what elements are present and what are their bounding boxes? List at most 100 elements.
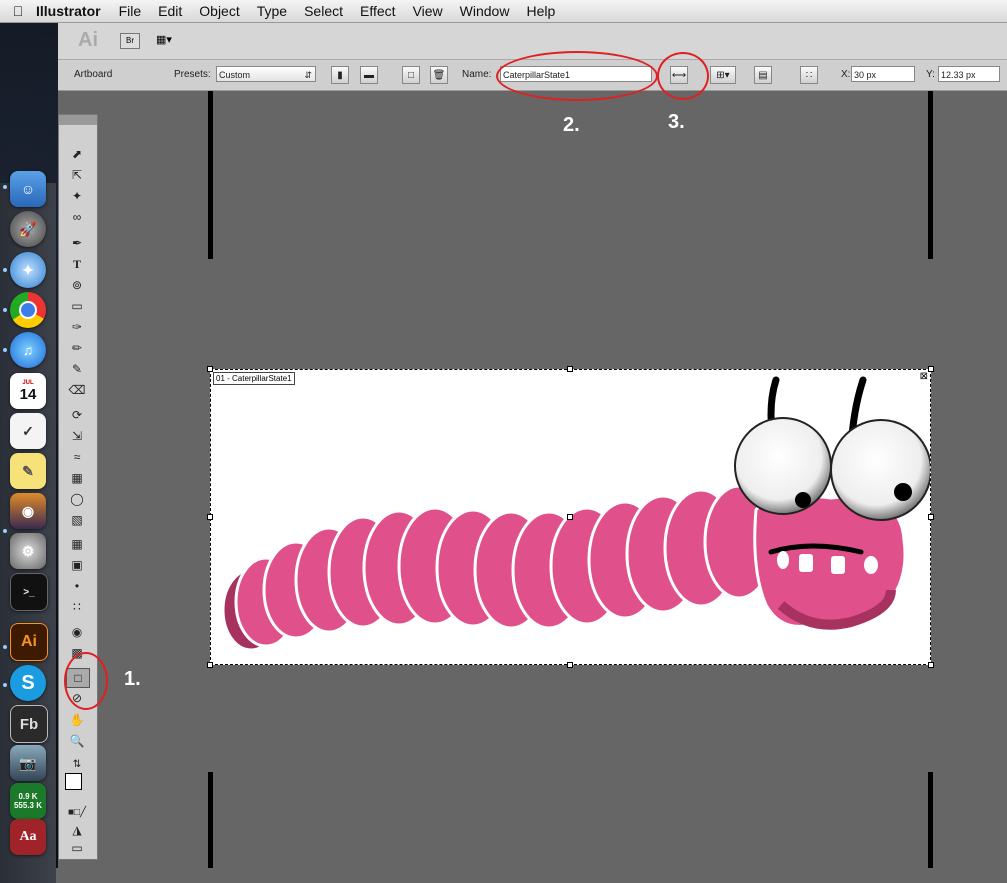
type-tool-icon[interactable]: T xyxy=(66,255,88,273)
reference-point-icon[interactable]: ∷ xyxy=(800,66,818,84)
delete-artboard-button[interactable]: 🗑 xyxy=(430,66,448,84)
resize-handle[interactable] xyxy=(207,662,213,668)
pen-tool-icon[interactable]: ✒ xyxy=(66,234,88,252)
menu-view[interactable]: View xyxy=(413,3,443,19)
document-canvas[interactable]: 01 - CaterpillarState1 ⊠ xyxy=(58,91,1007,868)
hand-tool-icon[interactable]: ✋ xyxy=(66,711,88,729)
perspective-grid-tool-icon[interactable]: ▧ xyxy=(66,511,88,529)
resize-handle[interactable] xyxy=(928,662,934,668)
name-label: Name: xyxy=(462,69,492,80)
drawing-mode-icon[interactable]: ◮ xyxy=(66,821,88,839)
shape-builder-tool-icon[interactable]: ◯ xyxy=(66,490,88,508)
system-preferences-icon[interactable]: ⚙ xyxy=(10,533,46,569)
resize-handle[interactable] xyxy=(207,514,213,520)
finder-icon[interactable]: ☺ xyxy=(10,171,46,207)
stickies-icon[interactable]: ✎ xyxy=(10,453,46,489)
swap-colors-icon[interactable]: ⇅ xyxy=(66,755,88,773)
selection-tool-icon[interactable]: ⬈ xyxy=(66,145,88,163)
portrait-button[interactable]: ▮ xyxy=(331,66,349,84)
menu-type[interactable]: Type xyxy=(257,3,287,19)
annotation-1: 1. xyxy=(124,668,141,690)
paintbrush-tool-icon[interactable]: ✑ xyxy=(66,318,88,336)
annotation-2: 2. xyxy=(563,114,580,136)
running-indicator xyxy=(3,348,7,352)
artboard-edge-line xyxy=(208,91,213,259)
apple-menu-icon[interactable]:  xyxy=(0,3,36,19)
fill-color-swatch[interactable] xyxy=(65,773,82,790)
preview-icon[interactable]: 📷 xyxy=(10,745,46,781)
magic-wand-tool-icon[interactable]: ✦ xyxy=(66,187,88,205)
tools-panel-header[interactable] xyxy=(59,115,97,125)
scale-tool-icon[interactable]: ⇲ xyxy=(66,427,88,445)
artboard-label: 01 - CaterpillarState1 xyxy=(213,372,295,385)
x-coordinate-input[interactable]: 30 px xyxy=(851,66,915,82)
resize-handle[interactable] xyxy=(928,366,934,372)
calendar-icon[interactable]: JUL 14 xyxy=(10,373,46,409)
show-center-mark-button[interactable]: ⊞▾ xyxy=(710,66,736,84)
free-transform-tool-icon[interactable]: ▦ xyxy=(66,469,88,487)
illustrator-dock-icon[interactable]: Ai xyxy=(10,623,48,661)
reminders-icon[interactable]: ✓ xyxy=(10,413,46,449)
menu-effect[interactable]: Effect xyxy=(360,3,396,19)
menu-select[interactable]: Select xyxy=(304,3,343,19)
warp-tool-icon[interactable]: ≈ xyxy=(66,448,88,466)
eyedropper-tool-icon[interactable]: • xyxy=(66,577,88,595)
artboard-options-button[interactable]: ▤ xyxy=(754,66,772,84)
arrange-documents-button[interactable]: ▦▾ xyxy=(156,33,186,47)
terminal-icon[interactable]: >_ xyxy=(10,573,48,611)
mesh-tool-icon[interactable]: ▦ xyxy=(66,535,88,553)
bridge-button[interactable]: Br xyxy=(120,33,140,49)
menu-file[interactable]: File xyxy=(119,3,142,19)
resize-handle[interactable] xyxy=(567,662,573,668)
presets-value: Custom xyxy=(219,70,251,80)
dictionary-icon[interactable]: Aa xyxy=(10,819,46,855)
app-name-menu[interactable]: Illustrator xyxy=(36,3,101,19)
resize-handle[interactable] xyxy=(928,514,934,520)
x-label: X: xyxy=(841,69,851,80)
ai-logo: Ai xyxy=(78,29,98,51)
color-mode-icons[interactable]: ■□╱ xyxy=(66,803,88,821)
menu-window[interactable]: Window xyxy=(460,3,510,19)
y-coordinate-input[interactable]: 12.33 px xyxy=(938,66,1000,82)
presets-dropdown[interactable]: Custom ⇵ xyxy=(216,66,316,82)
rectangle-tool-icon[interactable]: ▭ xyxy=(66,297,88,315)
eraser-tool-icon[interactable]: ⌫ xyxy=(66,381,88,399)
network-monitor-icon[interactable]: 0.9 K 555.3 K xyxy=(10,783,46,819)
callout-circle-name-field xyxy=(496,51,658,101)
iphoto-icon[interactable]: ◉ xyxy=(10,493,46,529)
resize-handle[interactable] xyxy=(567,514,573,520)
new-artboard-button[interactable]: □ xyxy=(402,66,420,84)
launchpad-icon[interactable]: 🚀 xyxy=(10,211,46,247)
artboard-close-icon[interactable]: ⊠ xyxy=(920,372,928,382)
direct-selection-tool-icon[interactable]: ⇱ xyxy=(66,166,88,184)
rotate-tool-icon[interactable]: ⟳ xyxy=(66,406,88,424)
zoom-tool-icon[interactable]: 🔍 xyxy=(66,732,88,750)
resize-handle[interactable] xyxy=(207,366,213,372)
lasso-tool-icon[interactable]: ∞ xyxy=(66,208,88,226)
annotation-3: 3. xyxy=(668,111,685,133)
chrome-icon[interactable] xyxy=(10,292,46,328)
network-down: 555.3 K xyxy=(13,801,43,810)
flash-builder-icon[interactable]: Fb xyxy=(10,705,48,743)
network-up: 0.9 K xyxy=(18,792,38,801)
callout-circle-artboard-tool xyxy=(64,652,108,710)
y-label: Y: xyxy=(926,69,935,80)
screen-mode-icon[interactable]: ▭ xyxy=(66,839,88,857)
blend-tool-icon[interactable]: ∷ xyxy=(66,598,88,616)
running-indicator xyxy=(3,683,7,687)
blob-brush-tool-icon[interactable]: ✎ xyxy=(66,360,88,378)
landscape-button[interactable]: ▬ xyxy=(360,66,378,84)
menu-object[interactable]: Object xyxy=(199,3,239,19)
symbol-sprayer-tool-icon[interactable]: ◉ xyxy=(66,623,88,641)
itunes-icon[interactable]: ♫ xyxy=(10,332,46,368)
safari-icon[interactable]: ✦ xyxy=(10,252,46,288)
spiral-tool-icon[interactable]: ⊚ xyxy=(66,276,88,294)
menu-edit[interactable]: Edit xyxy=(158,3,182,19)
running-indicator xyxy=(3,185,7,189)
artboard-edge-line xyxy=(928,91,933,259)
resize-handle[interactable] xyxy=(567,366,573,372)
pencil-tool-icon[interactable]: ✏ xyxy=(66,339,88,357)
menu-help[interactable]: Help xyxy=(526,3,555,19)
gradient-tool-icon[interactable]: ▣ xyxy=(66,556,88,574)
skype-icon[interactable]: S xyxy=(10,665,46,701)
